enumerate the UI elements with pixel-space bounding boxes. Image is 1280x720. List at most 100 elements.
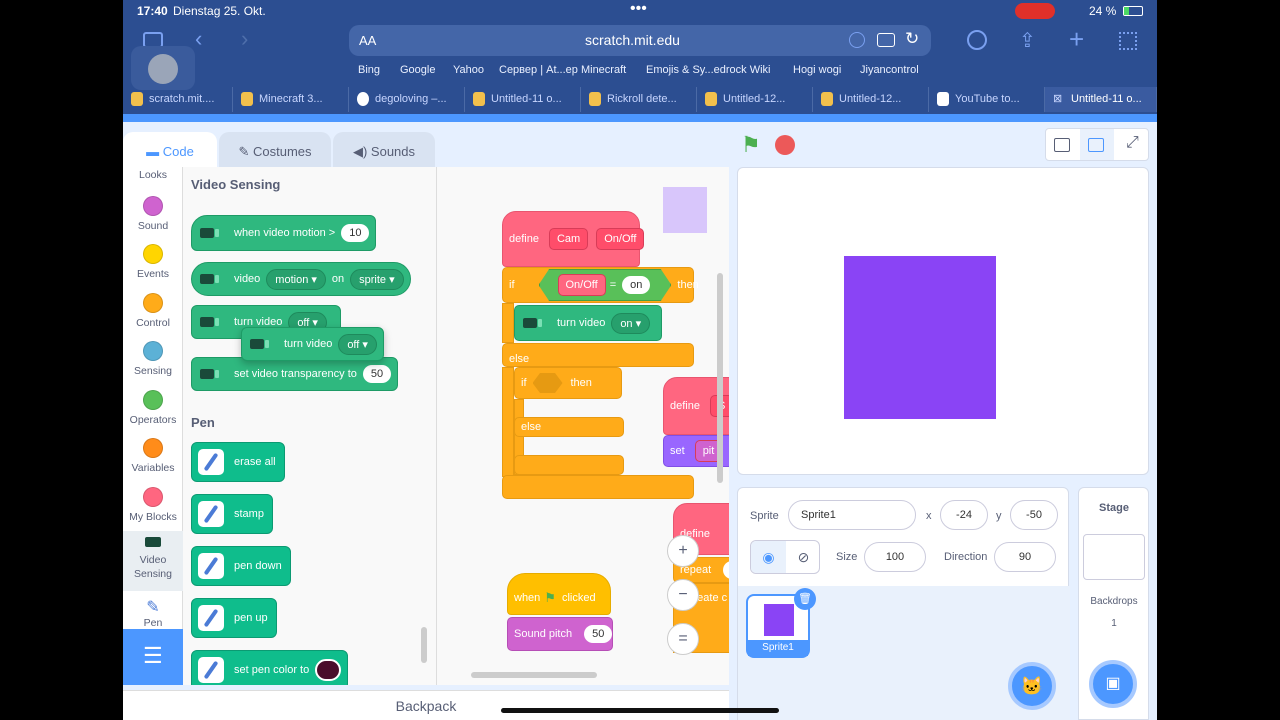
tab-sounds[interactable]: ◀) Sounds [333,132,435,169]
scratch-menu-bar [123,114,1157,122]
zoom-reset-button[interactable]: = [667,623,699,655]
green-flag-button[interactable]: ⚑ [741,132,761,158]
block-sound-pitch[interactable]: Sound pitch 50 [507,617,613,651]
category-video-sensing[interactable]: Video Sensing [123,531,183,591]
category-pen[interactable]: ✎ Pen [123,597,183,629]
tab-costumes[interactable]: ✎ Costumes [219,132,331,169]
code-workspace[interactable]: define Cam On/Off if On/Off = on then turn vid… [437,167,729,685]
category-looks[interactable]: Looks [123,169,183,181]
x-label: x [926,510,932,522]
hide-eye-icon[interactable]: ⊘ [786,541,819,573]
x-field[interactable]: -24 [940,500,988,530]
favorite-google[interactable]: Google [400,64,435,76]
block-set-video-transparency[interactable]: set video transparency to 50 [191,357,399,391]
info-icon[interactable] [849,32,865,48]
browser-tab[interactable]: Untitled-12... [813,87,929,112]
stage-selector[interactable]: Stage Backdrops 1 ▣ [1078,487,1149,720]
block-stamp[interactable]: stamp [191,494,273,534]
browser-tab[interactable]: degoloving –... [349,87,465,112]
zoom-out-icon: − [678,586,688,603]
sprite-name-field[interactable]: Sprite1 [788,500,916,530]
inner-else-bar: else [514,417,624,437]
block-if-else[interactable]: if On/Off = on then [502,267,699,303]
favorite-bing[interactable]: Bing [358,64,380,76]
status-date: Dienstag 25. Okt. [173,4,266,18]
show-eye-icon[interactable]: ◉ [751,541,786,573]
size-field[interactable]: 100 [864,542,926,572]
block-erase-all[interactable]: erase all [191,442,285,482]
stage-thumbnail[interactable] [1083,534,1145,580]
new-tab-icon[interactable]: + [1069,24,1084,55]
favorite-jiyancontrol[interactable]: Jiyancontrol [860,64,919,76]
sprite-info-panel: Sprite Sprite1 x -24 y -50 ◉ ⊘ Size 100 … [737,487,1070,720]
block-set-pen-color[interactable]: set pen color to [191,650,349,685]
category-variables[interactable]: Variables [123,438,183,474]
direction-field[interactable]: 90 [994,542,1056,572]
block-video-motion-reporter[interactable]: video motion ▾ on sprite ▾ [191,262,411,296]
speaker-icon: ◀) [352,144,371,159]
category-events[interactable]: Events [123,244,183,280]
address-bar[interactable]: AA scratch.mit.edu ↻ [349,25,931,56]
sprite-purple-square[interactable] [844,256,996,419]
reload-icon[interactable]: ↻ [905,29,919,49]
tab-overview-icon[interactable] [1119,32,1137,50]
add-backdrop-button[interactable]: ▣ [1089,660,1137,708]
tab-code[interactable]: ▬ Code [123,132,217,169]
browser-tab[interactable]: Minecraft 3... [233,87,349,112]
sprite-ghost-thumbnail [663,187,707,233]
battery-icon [1123,6,1143,16]
favorite-hogi[interactable]: Hogi wogi [793,64,841,76]
small-stage-icon[interactable] [1054,138,1070,152]
more-dots-icon[interactable]: ••• [630,0,647,18]
stop-button[interactable] [775,135,795,155]
block-pen-up[interactable]: pen up [191,598,277,638]
normal-stage-button[interactable] [1080,129,1114,160]
video-camera-icon [200,316,224,328]
text-size-button[interactable]: AA [359,33,376,48]
category-my-blocks[interactable]: My Blocks [123,487,183,523]
zoom-out-button[interactable]: − [667,579,699,611]
category-control[interactable]: Control [123,293,183,329]
category-sensing[interactable]: Sensing [123,341,183,377]
backpack-bar[interactable]: Backpack [123,690,729,720]
palette-scrollbar[interactable] [421,627,427,663]
share-icon[interactable]: ⇪ [1019,28,1036,53]
browser-tab[interactable]: Untitled-12... [697,87,813,112]
browser-tab[interactable]: Untitled-11 o... [465,87,581,112]
block-turn-video-dragging[interactable]: turn video off ▾ [241,327,384,361]
workspace-horizontal-scrollbar[interactable] [471,672,597,678]
pen-icon: ✎ [146,599,160,616]
url-text[interactable]: scratch.mit.edu [585,32,680,48]
block-pen-down[interactable]: pen down [191,546,291,586]
stage-canvas[interactable] [737,167,1149,475]
y-field[interactable]: -50 [1010,500,1058,530]
block-define-cam[interactable]: define Cam On/Off [502,211,645,267]
stage-size-controls: ⤢ [1045,128,1149,161]
zoom-in-button[interactable]: + [667,535,699,567]
favorite-emojis[interactable]: Emojis & Sy...edrock Wiki [646,64,771,76]
fullscreen-icon[interactable]: ⤢ [1126,134,1139,152]
favorite-yahoo[interactable]: Yahoo [453,64,484,76]
browser-tab[interactable]: Rickroll dete... [581,87,697,112]
add-extension-button[interactable]: ☰ [123,629,185,685]
zoom-in-icon: + [678,542,688,559]
favorite-server[interactable]: Сервер | At...ep Minecraft [499,64,626,76]
category-sound[interactable]: Sound [123,196,183,232]
browser-tab[interactable]: YouTube to... [929,87,1045,112]
download-icon[interactable] [967,30,987,50]
status-time: 17:40 [137,4,168,18]
delete-sprite-icon[interactable]: 🗑 [794,588,816,610]
workspace-vertical-scrollbar[interactable] [717,273,723,483]
browser-tab-active[interactable]: ⊠ Untitled-11 o... [1045,87,1157,112]
block-turn-video-script[interactable]: turn video on ▾ [514,305,662,341]
sprite-thumbnail[interactable]: Sprite1 🗑 [746,588,816,658]
browser-tab[interactable]: scratch.mit.... [123,87,233,112]
category-operators[interactable]: Operators [123,390,183,426]
block-if-else-inner[interactable]: if then [514,367,622,399]
block-when-flag-clicked[interactable]: when ⚑ clicked [507,573,611,615]
add-sprite-button[interactable]: 🐱 [1008,662,1056,710]
extension-icon[interactable] [877,33,895,47]
block-when-video-motion[interactable]: when video motion >10 [191,215,377,251]
back-icon[interactable]: ‹ [195,26,202,52]
assistive-touch-button[interactable] [131,46,195,90]
